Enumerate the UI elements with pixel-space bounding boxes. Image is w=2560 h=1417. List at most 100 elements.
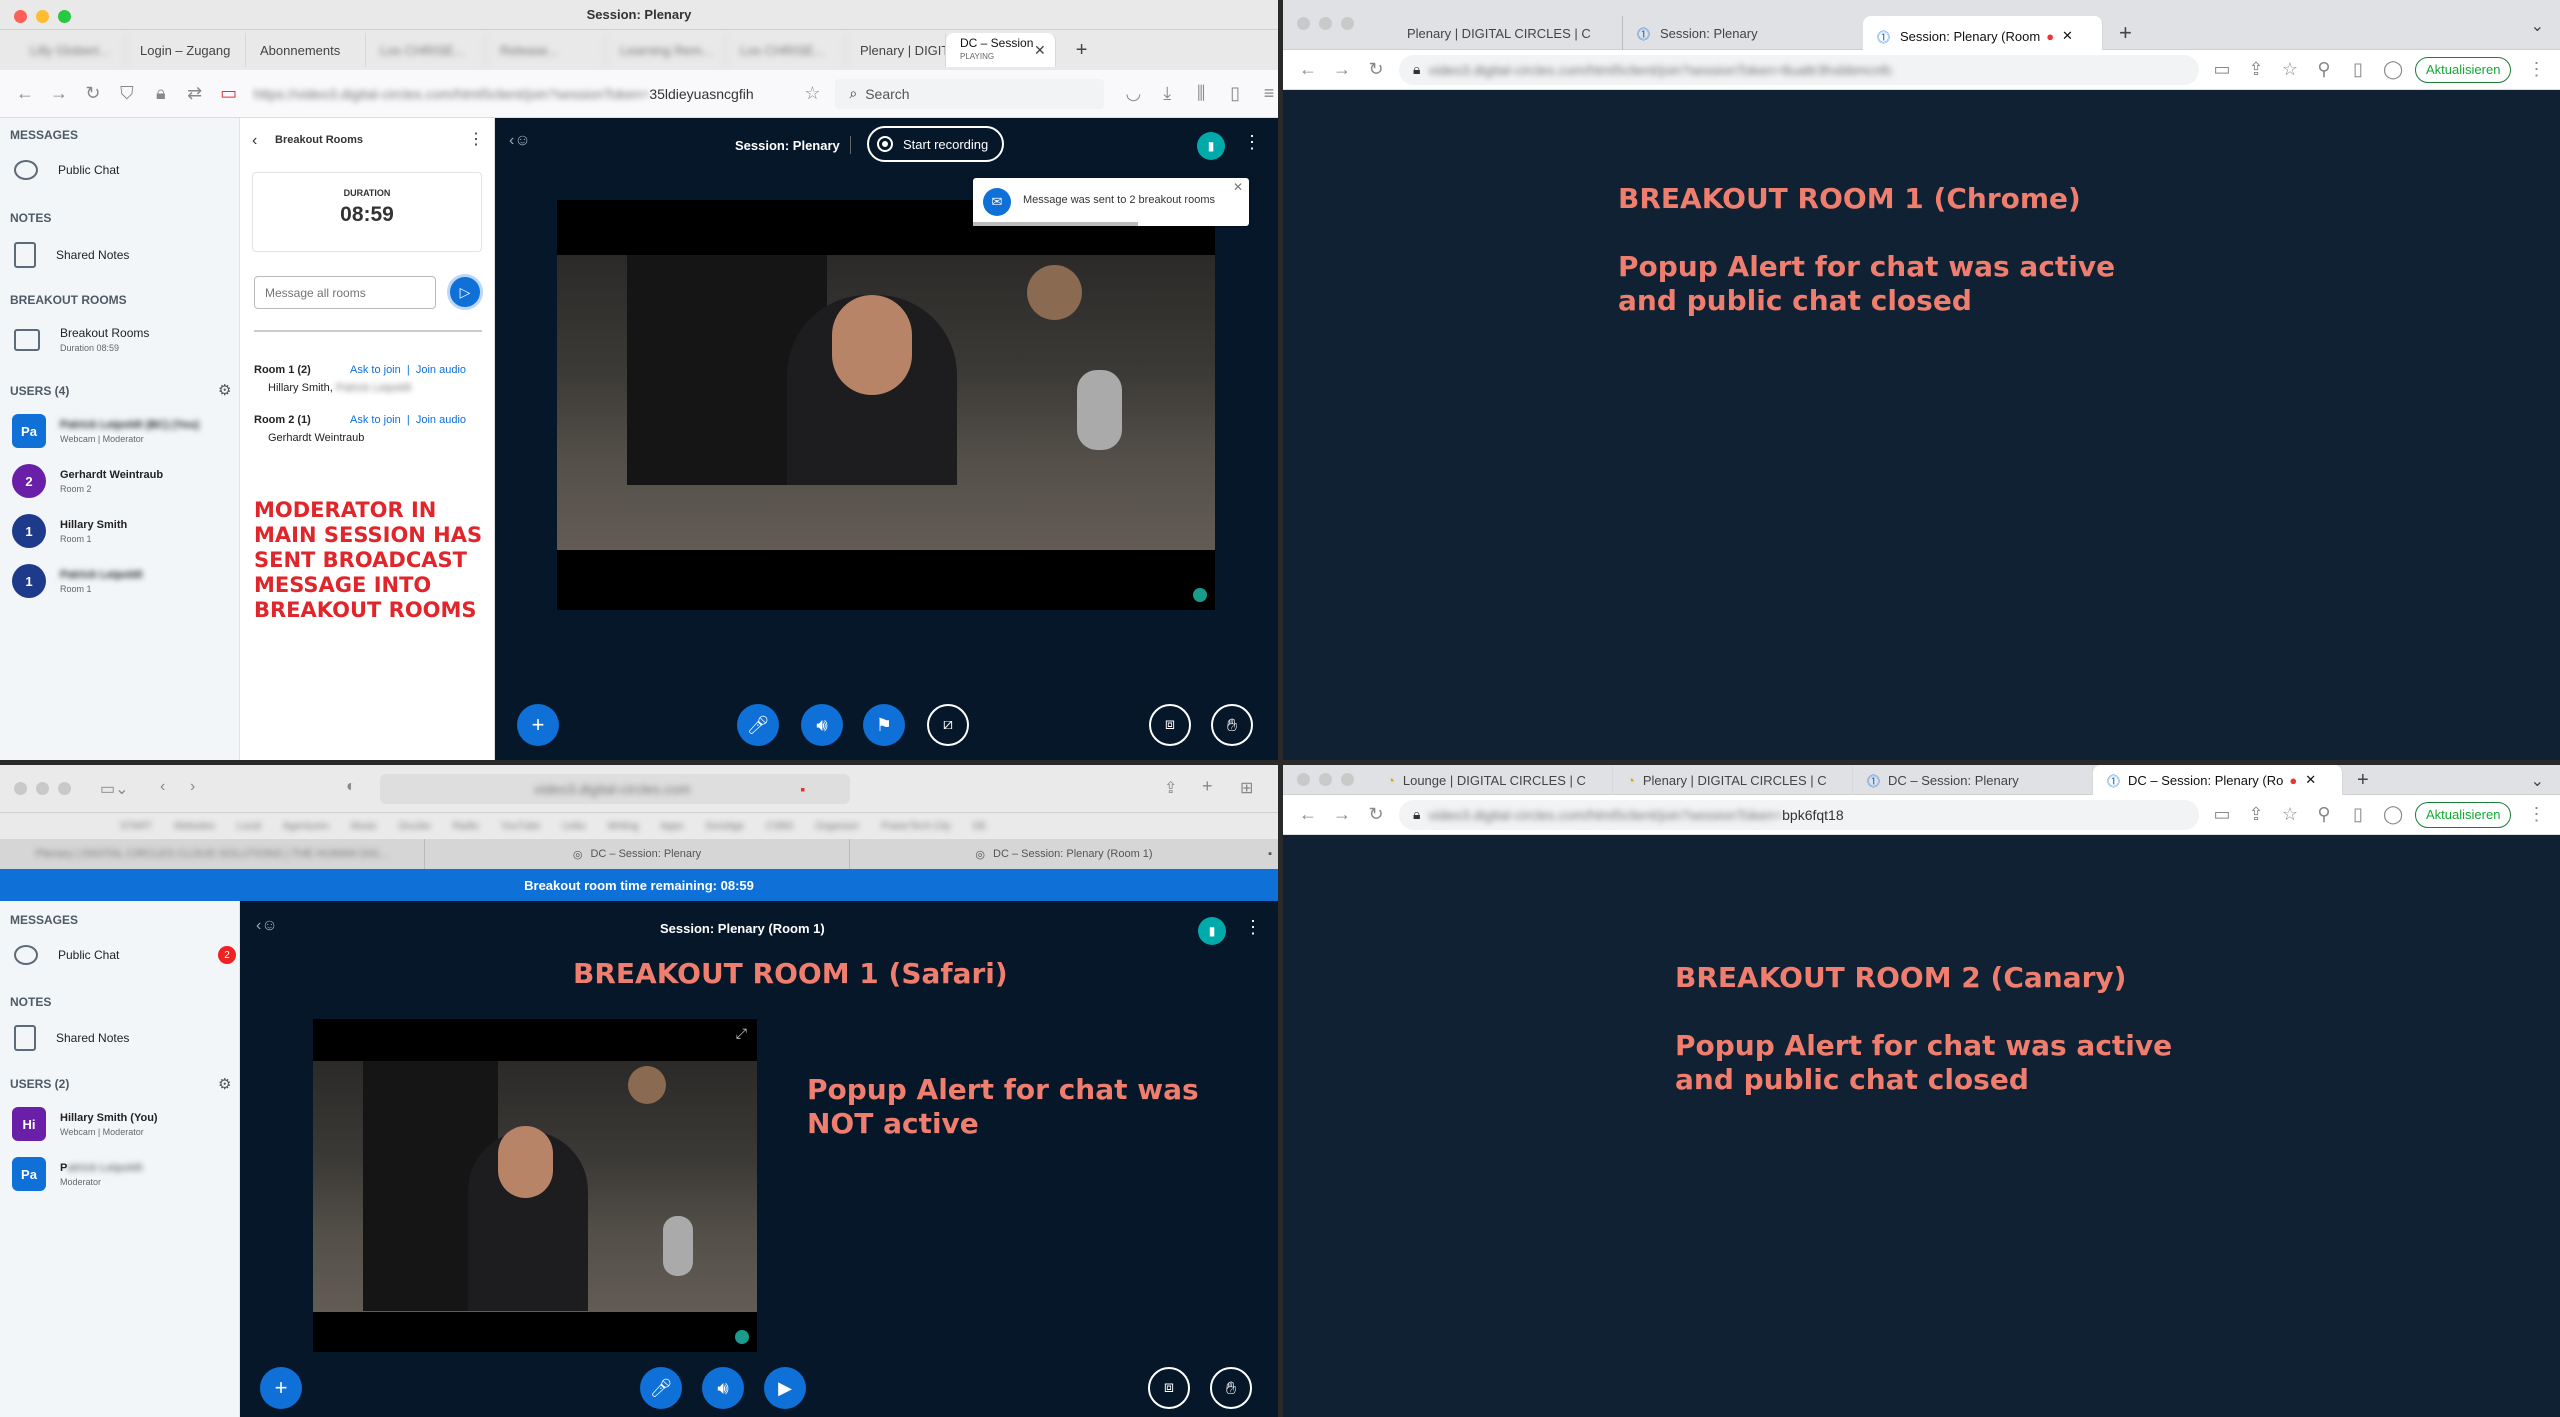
raise-hand-button[interactable]: ✋︎ (1211, 704, 1253, 746)
start-recording-button[interactable]: Start recording (867, 126, 1005, 162)
camera-button[interactable]: ⚑ (863, 704, 905, 746)
bookmark[interactable]: PowerTech City (881, 821, 950, 832)
lock-icon[interactable]: 🔒︎ (152, 83, 170, 104)
profile-icon[interactable]: ◯ (2383, 59, 2403, 80)
forward-icon[interactable]: → (50, 83, 68, 104)
bookmark[interactable]: Websites (174, 821, 215, 832)
connection-status-icon[interactable]: ▮ (1197, 132, 1225, 160)
back-icon[interactable]: ← (1299, 804, 1317, 825)
bookmark[interactable]: Radio (453, 821, 479, 832)
bookmark-star-icon[interactable]: ☆ (2281, 804, 2299, 825)
tab[interactable]: Los CHRISE... (726, 33, 846, 67)
user-item[interactable]: Hi Hillary Smith (You) Webcam | Moderator (12, 1107, 158, 1141)
user-item[interactable]: 1 Patrick Leipoldt Room 1 (12, 564, 143, 598)
bookmark-star-icon[interactable]: ☆ (2281, 59, 2299, 80)
options-menu-icon[interactable]: ⋮ (1244, 917, 1262, 938)
join-audio-link[interactable]: Join audio (416, 364, 466, 376)
bookmark[interactable]: DE (973, 821, 987, 832)
screenshare-button[interactable]: ⧄ (927, 704, 969, 746)
bookmark[interactable]: Music (351, 821, 377, 832)
new-tab-icon[interactable]: + (2357, 769, 2369, 792)
bookmark[interactable]: YouTube (501, 821, 540, 832)
tab[interactable]: Release... (486, 33, 606, 67)
tab[interactable]: Lilly Globert... (16, 33, 126, 67)
update-button[interactable]: Aktualisieren (2415, 801, 2512, 828)
shared-notes-item[interactable]: Shared Notes (14, 242, 129, 268)
raise-hand-button[interactable]: ✋︎ (1210, 1367, 1252, 1409)
bookmark[interactable]: Writing (607, 821, 638, 832)
more-options-icon[interactable]: ⋮ (468, 129, 484, 149)
tab[interactable]: Plenary | DIGITAL CIRCLES | C (1393, 16, 1623, 50)
user-item[interactable]: 2 Gerhardt Weintraub Room 2 (12, 464, 163, 498)
reload-icon[interactable]: ↻ (1367, 59, 1385, 80)
back-icon[interactable]: ← (1299, 59, 1317, 80)
address-bar[interactable]: https://video3.digital-circles.com/html5… (250, 79, 788, 109)
close-toast-icon[interactable]: ✕ (1233, 180, 1243, 194)
tab[interactable]: Los CHRISE... (366, 33, 486, 67)
shield-icon[interactable]: ⛉ (118, 83, 136, 104)
close-tab-icon[interactable]: ✕ (1034, 42, 1046, 59)
new-tab-icon[interactable]: + (2119, 20, 2132, 46)
forward-icon[interactable]: › (190, 778, 195, 796)
message-all-rooms-input[interactable] (254, 276, 436, 309)
shared-notes-item[interactable]: Shared Notes (14, 1025, 129, 1051)
forward-icon[interactable]: → (1333, 59, 1351, 80)
sidebar-icon[interactable]: ▯ (2349, 59, 2367, 80)
shield-icon[interactable]: ◐ (346, 778, 356, 796)
user-item[interactable]: Pa Patrick Leipoldt Moderator (12, 1157, 143, 1191)
camera-icon[interactable]: ▭ (2213, 59, 2231, 80)
bookmark[interactable]: Local (237, 821, 261, 832)
permissions-icon[interactable]: ⇄ (186, 83, 204, 104)
menu-icon[interactable]: ⋮ (2527, 59, 2545, 80)
share-icon[interactable]: ⇪ (2247, 59, 2265, 80)
camera-icon[interactable]: ▭ (2213, 804, 2231, 825)
back-icon[interactable]: ‹ (160, 778, 165, 796)
bookmark[interactable]: Apps (660, 821, 683, 832)
user-item[interactable]: 1 Hillary Smith Room 1 (12, 514, 127, 548)
menu-icon[interactable]: ⋮ (2527, 804, 2545, 825)
menu-icon[interactable]: ≡ (1260, 83, 1278, 104)
layout-button[interactable]: ⧈ (1148, 1367, 1190, 1409)
public-chat-item[interactable]: Public Chat (14, 160, 119, 180)
connection-status-icon[interactable]: ▮ (1198, 917, 1226, 945)
tab[interactable]: Abonnements (246, 33, 366, 67)
address-bar[interactable]: 🔒︎ video3.digital-circles.com/html5client… (1399, 54, 2199, 85)
bookmark[interactable]: Organizer (815, 821, 859, 832)
ask-to-join-link[interactable]: Ask to join (350, 414, 401, 426)
tab[interactable]: ⓵ Session: Plenary (1623, 16, 1863, 50)
gear-icon[interactable]: ⚙ (218, 381, 231, 399)
tab-active[interactable]: ◎ DC – Session: Plenary (425, 839, 850, 869)
extension-icon[interactable]: ⚲ (2315, 804, 2333, 825)
actions-button[interactable]: + (260, 1367, 302, 1409)
tab-overview-icon[interactable]: ⊞ (1240, 778, 1253, 798)
share-icon[interactable]: ⇪ (2247, 804, 2265, 825)
reload-icon[interactable]: ↻ (84, 83, 102, 104)
sidebar-icon[interactable]: ▭⌄ (100, 779, 129, 799)
tab[interactable]: Plenary | DIGITA (846, 33, 946, 67)
download-icon[interactable]: ⤓ (1158, 83, 1176, 104)
user-item[interactable]: Pa Patrick Leipoldt (BC) (You) Webcam | M… (12, 414, 199, 448)
microphone-button[interactable]: 🎤︎ (640, 1367, 682, 1409)
bookmark-star-icon[interactable]: ☆ (803, 83, 821, 104)
pocket-icon[interactable]: ◡ (1124, 83, 1142, 104)
tab[interactable]: ◔ Plenary | DIGITAL CIRCLES | C (1613, 765, 1853, 795)
actions-button[interactable]: + (517, 704, 559, 746)
reload-icon[interactable]: ↻ (1367, 804, 1385, 825)
camera-icon[interactable]: ▭ (220, 83, 238, 104)
back-icon[interactable]: ← (16, 83, 34, 104)
close-tab-icon[interactable]: ✕ (2062, 28, 2073, 44)
address-bar[interactable]: 🔒︎ video3.digital-circles.com/html5client… (1399, 799, 2199, 830)
audio-button[interactable]: 🔊︎ (702, 1367, 744, 1409)
tab-active[interactable]: ⓵ DC – Session: Plenary (Ro ● ✕ (2093, 765, 2343, 795)
options-menu-icon[interactable]: ⋮ (1243, 132, 1261, 153)
tab[interactable]: Learning Rem... (606, 33, 726, 67)
share-icon[interactable]: ⇪ (1164, 778, 1177, 798)
address-bar[interactable]: video3.digital-circles.com ▪ (380, 774, 850, 804)
search-box[interactable]: ⌕ Search (835, 78, 1105, 109)
breakout-rooms-item[interactable]: Breakout Rooms Duration 08:59 (14, 326, 149, 354)
back-icon[interactable]: ‹ (252, 132, 257, 150)
sidebar-icon[interactable]: ▯ (1226, 83, 1244, 104)
layout-button[interactable]: ⧈ (1149, 704, 1191, 746)
gear-icon[interactable]: ⚙ (218, 1075, 231, 1093)
sidebar-icon[interactable]: ▯ (2349, 804, 2367, 825)
